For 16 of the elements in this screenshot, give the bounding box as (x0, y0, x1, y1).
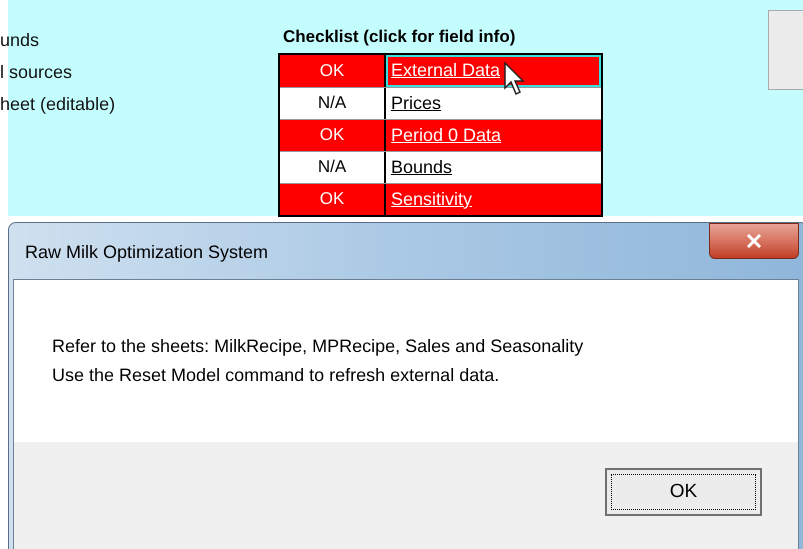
checklist-link[interactable]: Period 0 Data (386, 120, 601, 150)
message-text: Use the Reset Model command to refresh external data. (52, 364, 500, 387)
checklist-link[interactable]: Sensitivity (386, 184, 601, 214)
close-button[interactable] (709, 223, 799, 259)
cell-text: heet (editable) (0, 93, 116, 116)
cell-text: unds (0, 29, 40, 52)
ok-button[interactable]: OK (605, 468, 762, 516)
dialog-title: Raw Milk Optimization System (25, 241, 268, 264)
checklist-link[interactable]: External Data (386, 54, 601, 86)
message-text: Refer to the sheets: MilkRecipe, MPRecipe, Sales and Seasonality (52, 335, 584, 358)
status-cell: OK (280, 184, 386, 214)
close-icon (746, 234, 762, 248)
checklist-link[interactable]: Bounds (386, 152, 601, 182)
checklist-link[interactable]: Prices (386, 88, 601, 118)
cell-text: l sources (0, 61, 74, 84)
checklist-title: Checklist (click for field info) (283, 26, 516, 48)
